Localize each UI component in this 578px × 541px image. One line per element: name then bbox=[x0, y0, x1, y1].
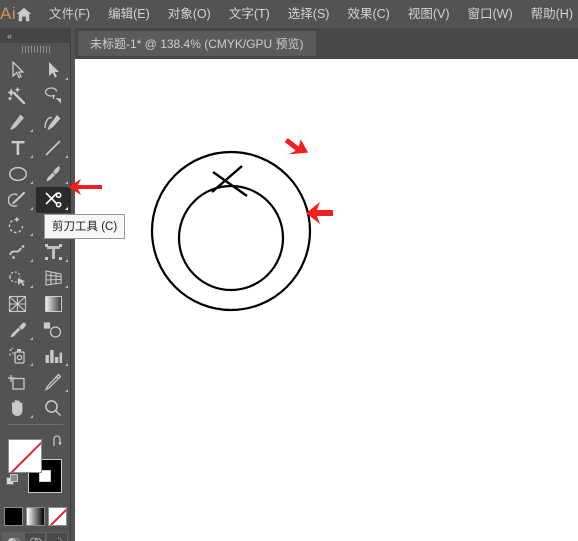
hand-tool[interactable] bbox=[0, 395, 36, 421]
artboard-tool[interactable] bbox=[0, 369, 36, 395]
double-chevron-left-icon: « bbox=[7, 30, 12, 41]
flyout-indicator-icon bbox=[65, 77, 68, 80]
column-graph-tool[interactable] bbox=[36, 343, 72, 369]
document-tab[interactable]: 未标题-1* @ 138.4% (CMYK/GPU 预览) bbox=[78, 31, 316, 56]
free-transform-tool[interactable] bbox=[36, 239, 72, 265]
flyout-indicator-icon bbox=[29, 285, 33, 288]
symbol-sprayer-tool[interactable] bbox=[0, 343, 36, 369]
flyout-indicator-icon bbox=[65, 363, 68, 366]
line-segment-tool[interactable] bbox=[36, 135, 72, 161]
flyout-indicator-icon bbox=[65, 389, 68, 392]
menu-select[interactable]: 选择(S) bbox=[279, 4, 339, 25]
none-swatch-button[interactable] bbox=[47, 507, 67, 526]
app-logo: Ai bbox=[0, 4, 17, 23]
ellipse-tool[interactable] bbox=[0, 161, 36, 187]
artboard-canvas[interactable] bbox=[75, 59, 578, 541]
gradient-swatch-button[interactable] bbox=[25, 507, 45, 526]
magic-wand-tool[interactable] bbox=[0, 83, 36, 109]
lasso-tool[interactable] bbox=[36, 83, 72, 109]
flyout-indicator-icon bbox=[29, 155, 33, 158]
none-slash-icon bbox=[9, 440, 41, 472]
rotate-tool[interactable] bbox=[0, 213, 36, 239]
menu-edit[interactable]: 编辑(E) bbox=[99, 4, 159, 25]
document-tab-bar: 未标题-1* @ 138.4% (CMYK/GPU 预览) bbox=[75, 28, 578, 59]
flyout-indicator-icon bbox=[29, 181, 33, 184]
menu-effect[interactable]: 效果(C) bbox=[338, 4, 398, 25]
flyout-indicator-icon bbox=[29, 129, 33, 132]
draw-behind-button[interactable] bbox=[24, 532, 46, 541]
default-fill-stroke-icon[interactable] bbox=[6, 474, 20, 488]
eyedropper-tool[interactable] bbox=[0, 317, 36, 343]
type-tool[interactable] bbox=[0, 135, 36, 161]
grip-dots-icon bbox=[21, 46, 50, 53]
menu-help[interactable]: 帮助(H) bbox=[522, 4, 578, 25]
color-mode-buttons bbox=[0, 507, 70, 526]
annotation-arrow-scissors-tool bbox=[66, 177, 104, 202]
tools-divider bbox=[8, 424, 63, 425]
blend-tool[interactable] bbox=[36, 317, 72, 343]
menu-view[interactable]: 视图(V) bbox=[399, 4, 459, 25]
slice-tool[interactable] bbox=[36, 369, 72, 395]
direct-selection-tool[interactable] bbox=[36, 57, 72, 83]
width-tool[interactable] bbox=[0, 239, 36, 265]
mesh-tool[interactable] bbox=[0, 291, 36, 317]
tools-panel-drag-handle[interactable] bbox=[0, 43, 71, 56]
flyout-indicator-icon bbox=[65, 285, 68, 288]
gradient-tool[interactable] bbox=[36, 291, 72, 317]
flyout-indicator-icon bbox=[65, 259, 68, 262]
artwork bbox=[150, 138, 333, 312]
swap-fill-stroke-icon[interactable] bbox=[51, 435, 65, 449]
illustrator-window: Ai 文件(F) 编辑(E) 对象(O) 文字(T) 选择(S) 效果(C) 视… bbox=[0, 0, 578, 541]
flyout-indicator-icon bbox=[29, 337, 33, 340]
flyout-indicator-icon bbox=[29, 233, 33, 236]
shaper-pencil-tool[interactable] bbox=[0, 187, 36, 213]
flyout-indicator-icon bbox=[65, 207, 68, 210]
menu-window[interactable]: 窗口(W) bbox=[459, 4, 522, 25]
perspective-grid-tool[interactable] bbox=[36, 265, 72, 291]
flyout-indicator-icon bbox=[29, 415, 33, 418]
fill-swatch[interactable] bbox=[8, 439, 42, 473]
drawing-mode-buttons bbox=[0, 532, 70, 541]
menu-type[interactable]: 文字(T) bbox=[220, 4, 279, 25]
menu-bar: Ai 文件(F) 编辑(E) 对象(O) 文字(T) 选择(S) 效果(C) 视… bbox=[0, 0, 578, 28]
pen-tool[interactable] bbox=[0, 109, 36, 135]
tools-panel: « bbox=[0, 28, 71, 541]
none-slash-icon bbox=[48, 508, 66, 525]
inner-circle bbox=[177, 184, 285, 292]
annotation-arrow-cut-point bbox=[284, 138, 309, 155]
curvature-tool[interactable] bbox=[36, 109, 72, 135]
menu-file[interactable]: 文件(F) bbox=[40, 4, 99, 25]
flyout-indicator-icon bbox=[29, 207, 33, 210]
flyout-indicator-icon bbox=[65, 155, 68, 158]
zoom-tool[interactable] bbox=[36, 395, 72, 421]
color-swatch-button[interactable] bbox=[3, 507, 23, 526]
home-icon[interactable] bbox=[16, 0, 32, 28]
draw-inside-button[interactable] bbox=[46, 532, 68, 541]
selection-tool[interactable] bbox=[0, 57, 36, 83]
tool-grid bbox=[0, 56, 71, 428]
tool-tooltip: 剪刀工具 (C) bbox=[44, 214, 126, 239]
fill-stroke-controls bbox=[0, 433, 71, 505]
menu-items: 文件(F) 编辑(E) 对象(O) 文字(T) 选择(S) 效果(C) 视图(V… bbox=[40, 4, 578, 25]
shape-builder-tool[interactable] bbox=[0, 265, 36, 291]
flyout-indicator-icon bbox=[29, 259, 33, 262]
tools-panel-collapse-button[interactable]: « bbox=[0, 28, 71, 43]
draw-normal-button[interactable] bbox=[2, 532, 24, 541]
flyout-indicator-icon bbox=[29, 363, 33, 366]
menu-object[interactable]: 对象(O) bbox=[159, 4, 220, 25]
